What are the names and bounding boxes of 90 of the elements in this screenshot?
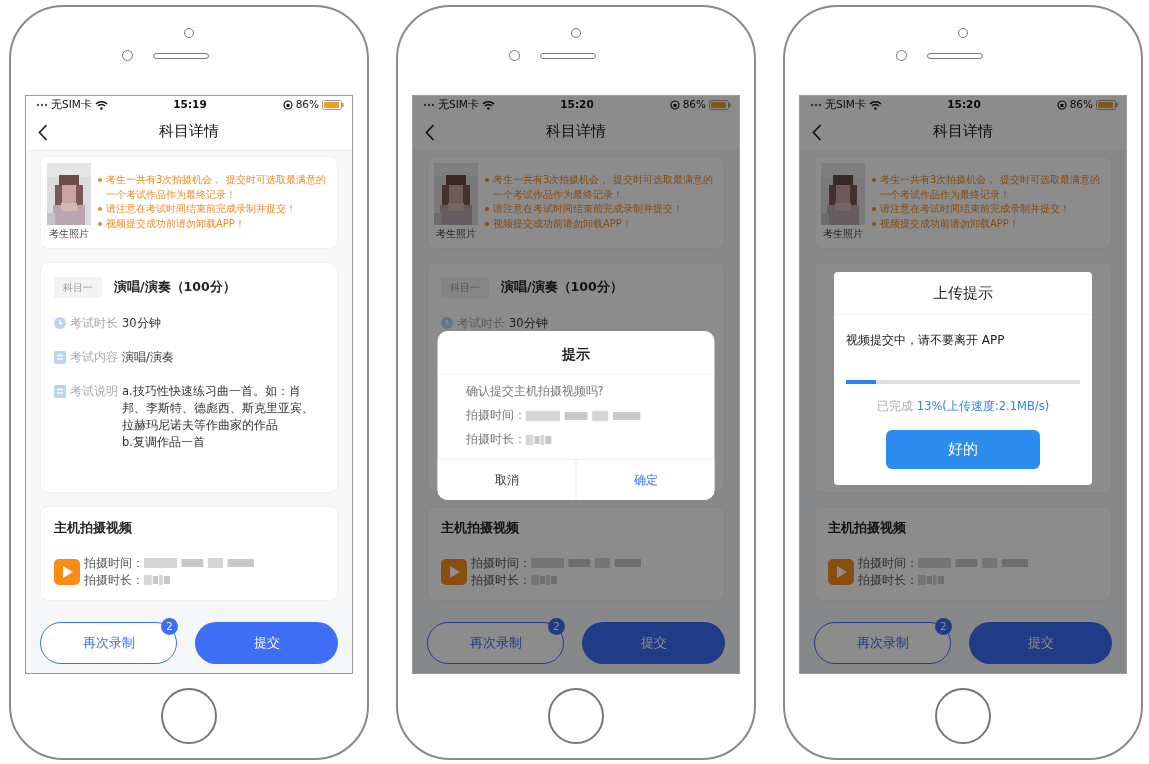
notice-text: 请注意在考试时间结束前完成录制并提交！ bbox=[106, 202, 296, 216]
progress-label: 已完成 bbox=[876, 398, 913, 413]
notice-text: 请注意在考试时间结束前完成录制并提交！ bbox=[493, 202, 683, 216]
bullet-icon bbox=[872, 178, 876, 182]
field-label: 拍摄时间： bbox=[858, 555, 918, 570]
field-label: 拍摄时间： bbox=[465, 408, 526, 423]
bullet-icon bbox=[98, 207, 102, 211]
info-value: 30分钟 bbox=[509, 315, 548, 332]
signal-icon bbox=[36, 102, 48, 107]
bullet-icon bbox=[98, 178, 102, 182]
blurred-value bbox=[144, 574, 170, 587]
page-title: 科目详情 bbox=[159, 121, 219, 143]
clock-time: 15:20 bbox=[560, 96, 594, 112]
wifi-icon bbox=[481, 99, 495, 110]
battery-percent: 86% bbox=[295, 96, 319, 112]
info-label: 考试说明 bbox=[70, 383, 118, 400]
signal-icon bbox=[810, 102, 822, 107]
info-label: 考试时长 bbox=[70, 315, 118, 332]
bullet-icon bbox=[872, 207, 876, 211]
page-title: 科目详情 bbox=[546, 121, 606, 143]
clock-time: 15:20 bbox=[947, 96, 981, 112]
back-icon[interactable] bbox=[38, 124, 48, 141]
battery-percent: 86% bbox=[682, 96, 706, 112]
notice-text: 请注意在考试时间结束前完成录制并提交！ bbox=[880, 202, 1070, 216]
dialog-question: 确认提交主机拍摄视频吗? bbox=[465, 383, 605, 401]
count-badge: 2 bbox=[548, 618, 565, 635]
subject-title: 演唱/演奏（100分） bbox=[501, 278, 623, 297]
bullet-icon bbox=[485, 178, 489, 182]
bullet-icon bbox=[485, 221, 489, 226]
carrier-name: 无SIM卡 bbox=[438, 96, 479, 112]
field-label: 拍摄时间： bbox=[84, 555, 144, 570]
rotation-lock-icon bbox=[1056, 99, 1067, 110]
document-icon bbox=[54, 351, 66, 364]
submit-button[interactable]: 提交 bbox=[582, 622, 725, 664]
bullet-icon bbox=[872, 221, 876, 226]
clock-icon bbox=[54, 317, 66, 330]
dialog-message: 视频提交中，请不要离开 APP bbox=[845, 331, 1006, 349]
home-button[interactable] bbox=[935, 688, 991, 744]
video-title: 主机拍摄视频 bbox=[441, 519, 520, 537]
field-label: 拍摄时长： bbox=[858, 572, 918, 587]
notice-text: 视频提交成功前请勿卸载APP！ bbox=[106, 216, 245, 231]
video-title: 主机拍摄视频 bbox=[54, 519, 133, 537]
wifi-icon bbox=[868, 99, 882, 110]
notice-text: 视频提交成功前请勿卸载APP！ bbox=[880, 216, 1019, 231]
photo-caption: 考生照片 bbox=[49, 227, 89, 241]
blurred-value bbox=[531, 574, 557, 587]
wifi-icon bbox=[94, 99, 108, 110]
home-button[interactable] bbox=[161, 688, 217, 744]
blurred-value bbox=[918, 574, 944, 587]
bullet-icon bbox=[485, 207, 489, 211]
info-label: 考试内容 bbox=[70, 349, 118, 366]
field-label: 拍摄时长： bbox=[471, 572, 531, 587]
page-title: 科目详情 bbox=[933, 121, 993, 143]
battery-icon bbox=[709, 99, 731, 110]
photo-caption: 考生照片 bbox=[823, 227, 863, 241]
play-icon[interactable] bbox=[54, 558, 80, 585]
notice-text: 考生一共有3次拍摄机会， 提交时可选取最满意的一个考试作品作为最终记录！ bbox=[106, 173, 327, 202]
dialog-title: 提示 bbox=[437, 331, 715, 376]
battery-icon bbox=[322, 99, 344, 110]
count-badge: 2 bbox=[161, 618, 178, 635]
photo-caption: 考生照片 bbox=[436, 227, 476, 241]
ok-button[interactable]: 好的 bbox=[886, 429, 1040, 469]
progress-value: 13%(上传速度:2.1MB/s) bbox=[916, 398, 1050, 413]
field-label: 拍摄时长： bbox=[465, 432, 526, 447]
bullet-icon bbox=[98, 221, 102, 226]
battery-icon bbox=[1096, 99, 1118, 110]
rotation-lock-icon bbox=[282, 99, 293, 110]
clock-icon bbox=[441, 317, 453, 330]
submit-button[interactable]: 提交 bbox=[969, 622, 1112, 664]
dialog-title: 上传提示 bbox=[834, 272, 1092, 315]
rotation-lock-icon bbox=[669, 99, 680, 110]
subject-title: 演唱/演奏（100分） bbox=[114, 278, 236, 297]
signal-icon bbox=[423, 102, 435, 107]
video-title: 主机拍摄视频 bbox=[828, 519, 907, 537]
info-value: b.复调作品一首 bbox=[122, 434, 206, 451]
count-badge: 2 bbox=[935, 618, 952, 635]
battery-percent: 86% bbox=[1069, 96, 1093, 112]
home-button[interactable] bbox=[548, 688, 604, 744]
field-label: 拍摄时间： bbox=[471, 555, 531, 570]
field-label: 拍摄时长： bbox=[84, 572, 144, 587]
clock-time: 15:19 bbox=[173, 96, 207, 112]
notice-text: 视频提交成功前请勿卸载APP！ bbox=[493, 216, 632, 231]
carrier-name: 无SIM卡 bbox=[825, 96, 866, 112]
confirm-button[interactable]: 确定 bbox=[575, 460, 715, 501]
info-value: 演唱/演奏 bbox=[122, 349, 174, 366]
document-icon bbox=[54, 385, 66, 398]
submit-button[interactable]: 提交 bbox=[195, 622, 338, 664]
carrier-name: 无SIM卡 bbox=[51, 96, 92, 112]
info-value: 30分钟 bbox=[122, 315, 161, 332]
blurred-value bbox=[525, 433, 552, 446]
